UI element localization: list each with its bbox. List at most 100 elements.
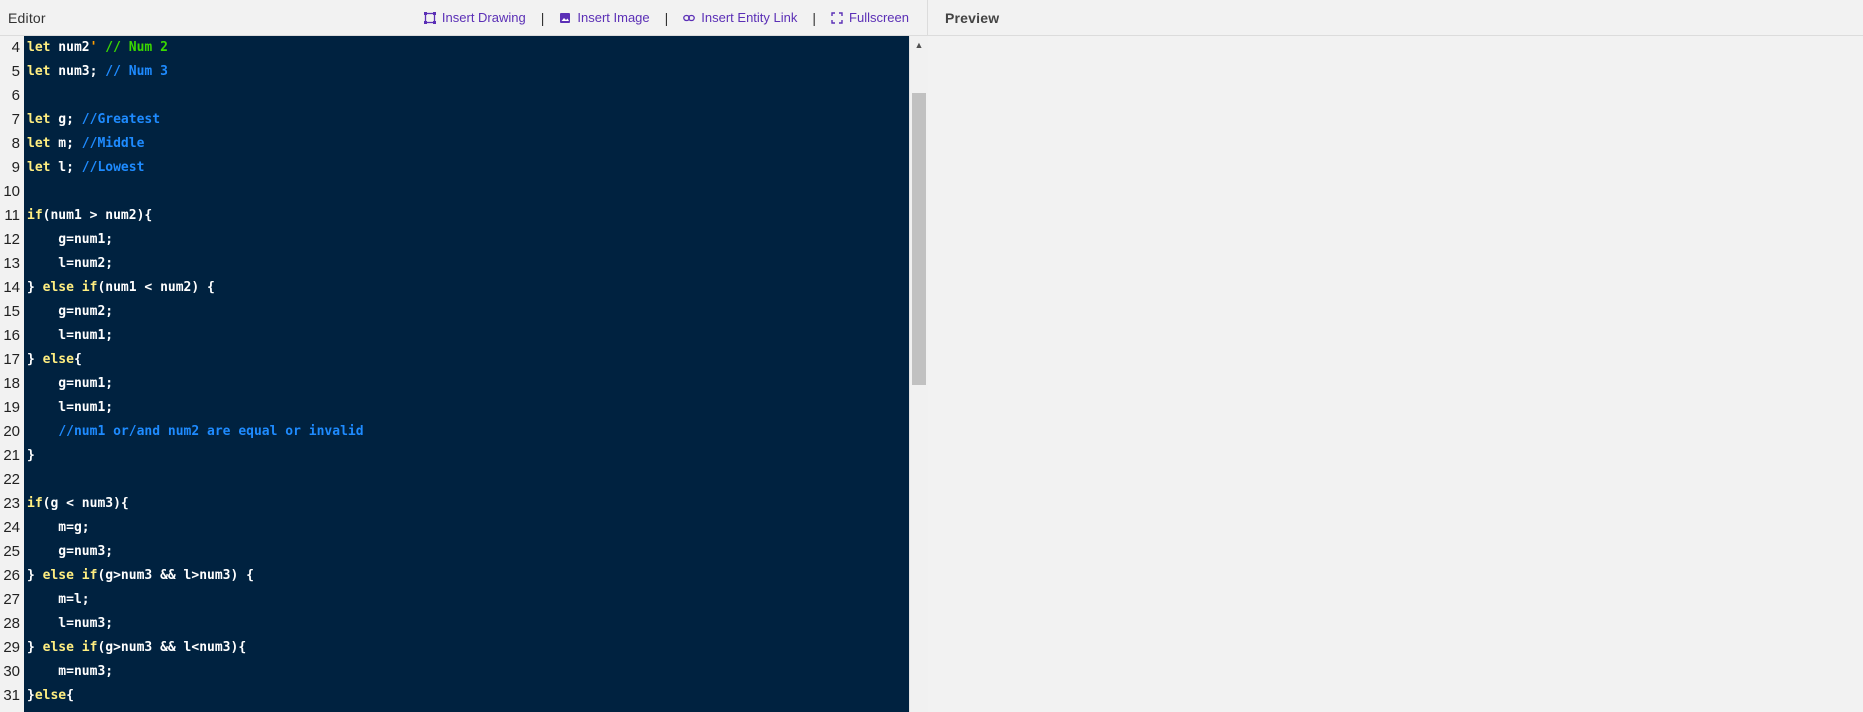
code-line: m=num3; <box>24 660 909 684</box>
code-token: (num1 > num2){ <box>42 208 153 223</box>
code-line: g=num3; <box>24 540 909 564</box>
code-token: l; <box>50 160 82 175</box>
line-number: 9 <box>11 159 20 176</box>
code-token: { <box>66 688 74 703</box>
code-token: else if <box>42 280 98 295</box>
code-line: l=num2; <box>24 252 909 276</box>
line-number: 25 <box>3 543 20 560</box>
insert-drawing-label: Insert Drawing <box>441 10 526 25</box>
code-token: (g < num3){ <box>42 496 129 511</box>
line-number: 21 <box>3 447 20 464</box>
code-line: if(num1 > num2){ <box>24 204 909 228</box>
editor-header: Editor Insert Drawing | Insert Image | I… <box>0 0 927 36</box>
code-line: } else{ <box>24 348 909 372</box>
insert-drawing-button[interactable]: Insert Drawing <box>420 10 530 25</box>
code-token: (g>num3 && l<num3){ <box>97 640 247 655</box>
code-line: l=num3; <box>24 612 909 636</box>
code-token: (g>num3 && l>num3) { <box>97 568 254 583</box>
code-editor[interactable]: 4 5 6 7 8 9 10 11 12 13 14 15 16 17 18 19 20 21 22 23 24 25 26… <box>0 36 928 712</box>
line-number: 28 <box>3 615 20 632</box>
code-line: } <box>24 444 909 468</box>
code-token: } <box>27 568 43 583</box>
code-token: m; <box>50 136 82 151</box>
code-line: g=num1; <box>24 372 909 396</box>
code-token: if <box>27 496 43 511</box>
code-token: else if <box>42 640 98 655</box>
line-number: 31 <box>3 687 20 704</box>
preview-header: Preview <box>928 0 1863 36</box>
line-number-gutter: 4 5 6 7 8 9 10 11 12 13 14 15 16 17 18 19 20 21 22 23 24 25 26… <box>0 36 24 712</box>
code-token: l=num1; <box>27 400 114 415</box>
line-number: 4 <box>11 39 20 56</box>
line-number: 7 <box>11 111 20 128</box>
code-line: } else if(num1 < num2) { <box>24 276 909 300</box>
code-token: //Greatest <box>81 112 161 127</box>
code-token: { <box>73 352 82 367</box>
line-number: 22 <box>3 471 20 488</box>
toolbar-separator: | <box>812 9 817 26</box>
editor-scrollbar[interactable]: ▲ <box>909 36 928 712</box>
code-token: // Num 3 <box>105 64 168 79</box>
line-number: 18 <box>3 375 20 392</box>
image-icon <box>559 12 571 24</box>
code-line: l=num1; <box>24 396 909 420</box>
code-token: let <box>27 112 51 127</box>
line-number: 26 <box>3 567 20 584</box>
insert-entity-link-button[interactable]: Insert Entity Link <box>679 10 801 25</box>
code-token: // Num 2 <box>97 40 168 55</box>
insert-entity-link-label: Insert Entity Link <box>701 10 798 25</box>
code-token: let <box>27 160 51 175</box>
drawing-icon <box>423 11 436 24</box>
code-token: l=num1; <box>27 328 114 343</box>
line-number: 17 <box>3 351 20 368</box>
scrollbar-thumb[interactable] <box>912 93 926 386</box>
preview-pane: Preview <box>928 0 1863 712</box>
code-line: m=l; <box>24 588 909 612</box>
code-token: let <box>27 40 51 55</box>
line-number: 27 <box>3 591 20 608</box>
code-line: } else if(g>num3 && l<num3){ <box>24 636 909 660</box>
fullscreen-icon <box>831 11 843 24</box>
code-token: //num1 or/and num2 are equal or invalid <box>58 424 364 439</box>
code-line: g=num1; <box>24 228 909 252</box>
line-number: 10 <box>3 183 20 200</box>
line-number: 5 <box>11 63 20 80</box>
insert-image-label: Insert Image <box>577 10 650 25</box>
line-number: 11 <box>4 207 20 224</box>
code-token: } <box>27 352 43 367</box>
code-token: if <box>27 208 43 223</box>
link-icon <box>683 12 696 24</box>
editor-title: Editor <box>8 9 46 26</box>
code-token: //Lowest <box>81 160 145 175</box>
line-number: 23 <box>3 495 20 512</box>
code-token: let <box>27 136 51 151</box>
code-text-area[interactable]: let num2' // Num 2 let num3; // Num 3 let … <box>24 36 909 712</box>
code-line: }else{ <box>24 684 909 708</box>
code-token: g=num3; <box>27 544 114 559</box>
code-token: g=num1; <box>27 376 114 391</box>
code-line: let m; //Middle <box>24 132 909 156</box>
code-token: num3; <box>50 64 106 79</box>
code-line: let g; //Greatest <box>24 108 909 132</box>
code-line: if(g < num3){ <box>24 492 909 516</box>
scroll-up-arrow-icon[interactable]: ▲ <box>910 36 928 54</box>
fullscreen-button[interactable]: Fullscreen <box>827 10 913 25</box>
insert-image-button[interactable]: Insert Image <box>555 10 653 25</box>
fullscreen-label: Fullscreen <box>849 10 909 25</box>
line-number: 14 <box>3 279 20 296</box>
toolbar-separator: | <box>664 9 669 26</box>
preview-title: Preview <box>945 9 1000 26</box>
code-token: } <box>27 448 35 463</box>
code-line: g=num2; <box>24 300 909 324</box>
code-token: m=l; <box>27 592 90 607</box>
code-line: } else if(g>num3 && l>num3) { <box>24 564 909 588</box>
line-number: 20 <box>3 423 20 440</box>
line-number: 19 <box>3 399 20 416</box>
code-token: m=num3; <box>27 664 114 679</box>
code-token: } <box>27 688 35 703</box>
line-number: 6 <box>11 87 20 104</box>
